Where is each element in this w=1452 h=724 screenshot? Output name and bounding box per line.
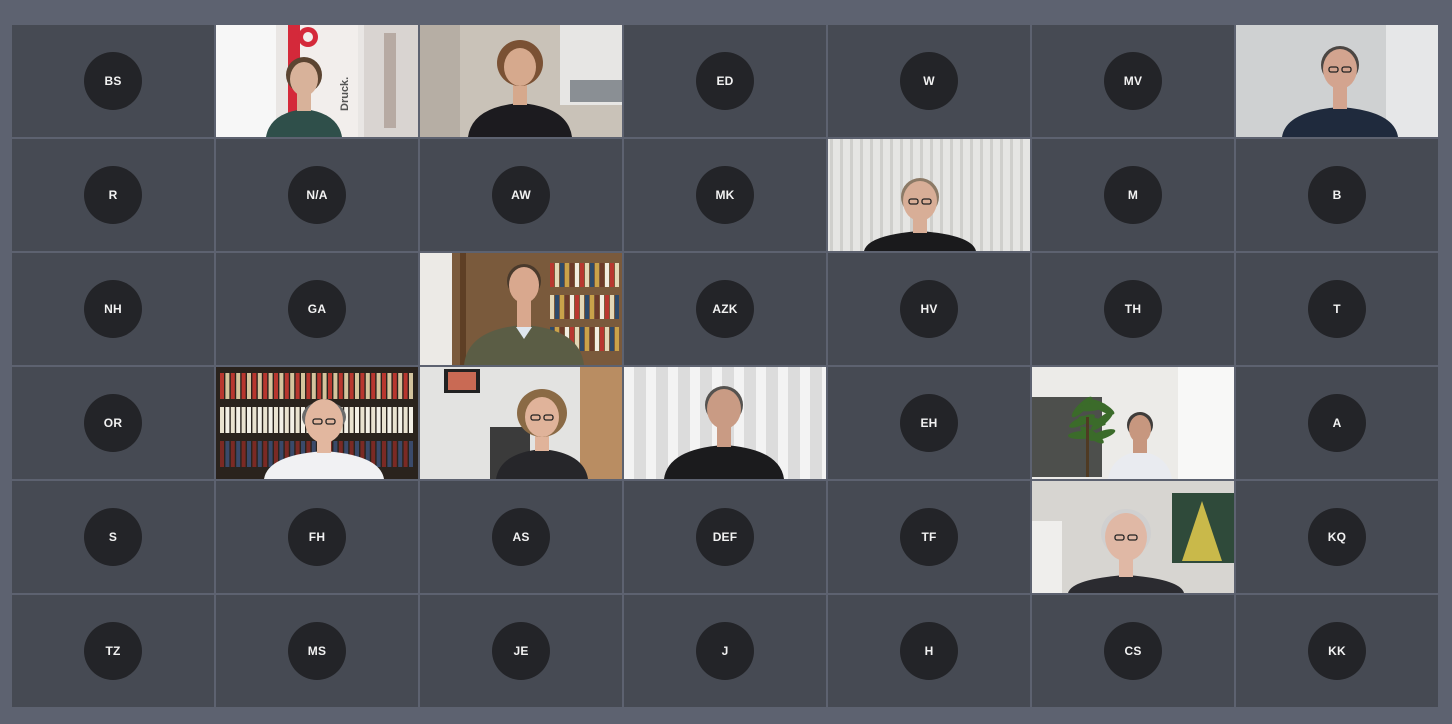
participant-initials-avatar: ED <box>696 52 754 110</box>
participant-initials-avatar: TH <box>1104 280 1162 338</box>
participant-tile[interactable]: NH <box>12 253 214 365</box>
participant-initials-avatar: AS <box>492 508 550 566</box>
participant-tile[interactable]: MV <box>1032 25 1234 137</box>
participant-tile[interactable]: JE <box>420 595 622 707</box>
participant-initials-avatar: M <box>1104 166 1162 224</box>
participant-initials-avatar: DEF <box>696 508 754 566</box>
backdrop-sign-text: Druck. <box>339 77 351 111</box>
participant-tile[interactable]: J <box>624 595 826 707</box>
participant-tile[interactable]: OR <box>12 367 214 479</box>
participant-initials-avatar: TF <box>900 508 958 566</box>
participant-initials-avatar: FH <box>288 508 346 566</box>
participant-tile[interactable]: MS <box>216 595 418 707</box>
participant-initials-avatar: HV <box>900 280 958 338</box>
participant-video-feed <box>828 139 1030 251</box>
participant-initials-avatar: EH <box>900 394 958 452</box>
participant-initials-avatar: MV <box>1104 52 1162 110</box>
participant-tile[interactable]: AZK <box>624 253 826 365</box>
participant-video-tile[interactable] <box>420 367 622 479</box>
participant-initials-avatar: MK <box>696 166 754 224</box>
participant-initials-avatar: KQ <box>1308 508 1366 566</box>
participant-initials-avatar: A <box>1308 394 1366 452</box>
participant-tile[interactable]: MK <box>624 139 826 251</box>
participant-initials-avatar: MS <box>288 622 346 680</box>
participant-video-feed <box>216 367 418 479</box>
participant-initials-avatar: AZK <box>696 280 754 338</box>
participant-tile[interactable]: DEF <box>624 481 826 593</box>
participant-initials-avatar: N/A <box>288 166 346 224</box>
participant-tile[interactable]: T <box>1236 253 1438 365</box>
participant-tile[interactable]: AS <box>420 481 622 593</box>
participant-video-tile[interactable] <box>420 253 622 365</box>
participant-tile[interactable]: GA <box>216 253 418 365</box>
participant-tile[interactable]: HV <box>828 253 1030 365</box>
participant-tile[interactable]: TH <box>1032 253 1234 365</box>
participant-video-feed <box>420 367 622 479</box>
participant-tile[interactable]: AW <box>420 139 622 251</box>
participant-video-tile[interactable] <box>420 25 622 137</box>
participant-tile[interactable]: W <box>828 25 1030 137</box>
participant-video-tile[interactable] <box>1032 481 1234 593</box>
participant-tile[interactable]: KK <box>1236 595 1438 707</box>
participant-initials-avatar: CS <box>1104 622 1162 680</box>
participant-initials-avatar: JE <box>492 622 550 680</box>
participant-tile[interactable]: EH <box>828 367 1030 479</box>
participant-tile[interactable]: CS <box>1032 595 1234 707</box>
participant-tile[interactable]: ED <box>624 25 826 137</box>
participant-video-feed: Druck. <box>216 25 418 137</box>
participant-tile[interactable]: A <box>1236 367 1438 479</box>
participant-tile[interactable]: N/A <box>216 139 418 251</box>
participant-video-tile[interactable] <box>1236 25 1438 137</box>
participant-initials-avatar: OR <box>84 394 142 452</box>
participant-tile[interactable]: R <box>12 139 214 251</box>
participant-video-tile[interactable] <box>1032 367 1234 479</box>
participant-tile[interactable]: S <box>12 481 214 593</box>
participant-initials-avatar: H <box>900 622 958 680</box>
participant-tile[interactable]: BS <box>12 25 214 137</box>
participant-video-feed <box>1032 367 1234 479</box>
participant-video-tile[interactable] <box>624 367 826 479</box>
participant-initials-avatar: T <box>1308 280 1366 338</box>
participant-initials-avatar: AW <box>492 166 550 224</box>
participant-video-tile[interactable] <box>216 367 418 479</box>
participant-tile[interactable]: H <box>828 595 1030 707</box>
participant-video-feed <box>420 25 622 137</box>
participant-tile[interactable]: B <box>1236 139 1438 251</box>
participant-gallery-grid: BS Druck. ED W MV R N/A AW MK M B NH GA AZK HV TH T OR EH A… <box>12 25 1440 709</box>
participant-video-feed <box>1032 481 1234 593</box>
participant-initials-avatar: R <box>84 166 142 224</box>
participant-initials-avatar: KK <box>1308 622 1366 680</box>
participant-tile[interactable]: KQ <box>1236 481 1438 593</box>
participant-video-tile[interactable]: Druck. <box>216 25 418 137</box>
participant-initials-avatar: NH <box>84 280 142 338</box>
participant-initials-avatar: S <box>84 508 142 566</box>
participant-initials-avatar: B <box>1308 166 1366 224</box>
participant-tile[interactable]: M <box>1032 139 1234 251</box>
participant-initials-avatar: J <box>696 622 754 680</box>
participant-tile[interactable]: FH <box>216 481 418 593</box>
participant-tile[interactable]: TZ <box>12 595 214 707</box>
participant-tile[interactable]: TF <box>828 481 1030 593</box>
participant-video-feed <box>624 367 826 479</box>
participant-initials-avatar: BS <box>84 52 142 110</box>
participant-video-tile[interactable] <box>828 139 1030 251</box>
participant-initials-avatar: W <box>900 52 958 110</box>
participant-initials-avatar: GA <box>288 280 346 338</box>
participant-initials-avatar: TZ <box>84 622 142 680</box>
participant-video-feed <box>1236 25 1438 137</box>
participant-video-feed <box>420 253 622 365</box>
